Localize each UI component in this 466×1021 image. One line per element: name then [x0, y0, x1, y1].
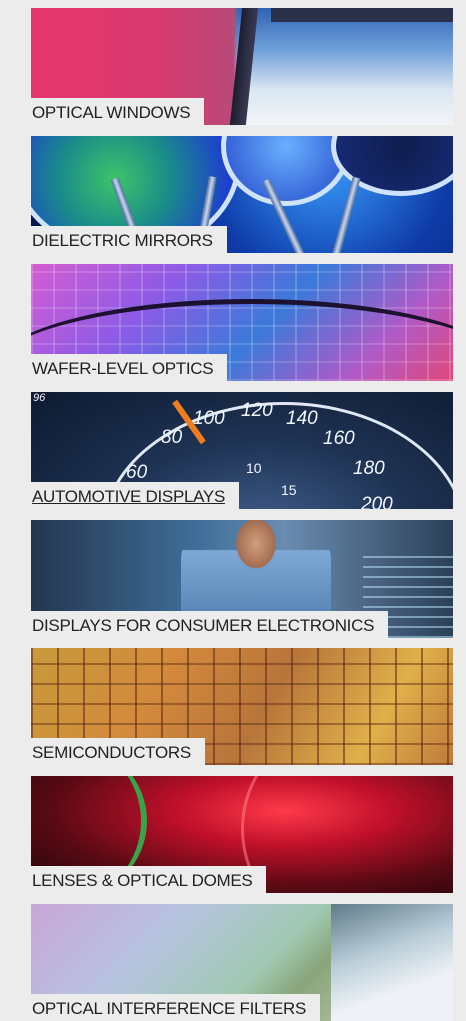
category-label: DISPLAYS FOR CONSUMER ELECTRONICS: [31, 611, 389, 638]
category-tile-automotive-displays[interactable]: 96 80 100 120 140 160 180 60 10 15 200 A…: [31, 392, 453, 509]
category-label: OPTICAL WINDOWS: [31, 98, 205, 125]
category-label: OPTICAL INTERFERENCE FILTERS: [31, 994, 321, 1021]
category-label: LENSES & OPTICAL DOMES: [31, 866, 267, 893]
category-tile-consumer-displays[interactable]: DISPLAYS FOR CONSUMER ELECTRONICS: [31, 520, 453, 638]
category-tile-dielectric-mirrors[interactable]: DIELECTRIC MIRRORS: [31, 136, 453, 253]
category-label: AUTOMOTIVE DISPLAYS: [31, 482, 239, 509]
category-tile-semiconductors[interactable]: SEMICONDUCTORS: [31, 648, 453, 765]
category-label: DIELECTRIC MIRRORS: [31, 226, 227, 253]
category-tile-optical-windows[interactable]: OPTICAL WINDOWS: [31, 8, 453, 125]
category-tile-optical-interference-filters[interactable]: OPTICAL INTERFERENCE FILTERS: [31, 904, 453, 1021]
category-tile-wafer-level-optics[interactable]: WAFER-LEVEL OPTICS: [31, 264, 453, 381]
category-label: WAFER-LEVEL OPTICS: [31, 354, 228, 381]
category-label: SEMICONDUCTORS: [31, 738, 205, 765]
category-tile-lenses-optical-domes[interactable]: LENSES & OPTICAL DOMES: [31, 776, 453, 893]
product-category-list: OPTICAL WINDOWS DIELECTRIC MIRRORS WAFER…: [0, 0, 466, 1021]
